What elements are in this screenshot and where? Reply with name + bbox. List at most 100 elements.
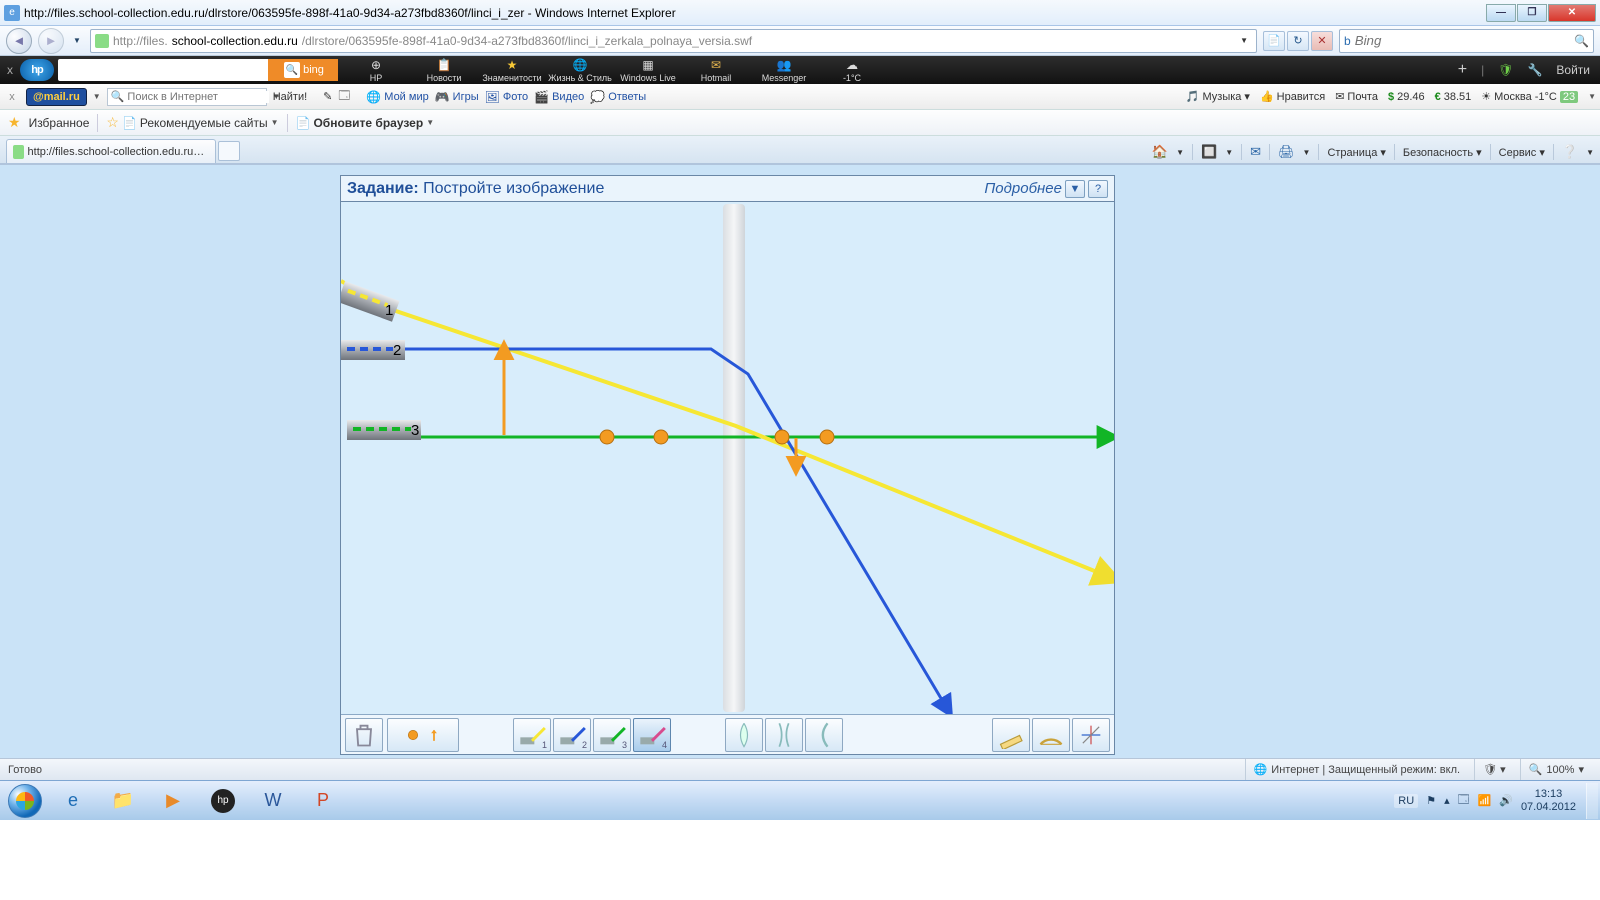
focal-point[interactable] — [600, 430, 614, 444]
address-bar[interactable]: http://files.school-collection.edu.ru/dl… — [90, 29, 1257, 53]
tool-grid[interactable] — [1072, 718, 1110, 752]
edit-icon[interactable]: ✎ — [323, 90, 332, 103]
mailru-myworld[interactable]: 🌐Мой мир — [366, 90, 428, 104]
new-tab-button[interactable] — [218, 141, 240, 161]
hp-nav-news[interactable]: 📋Новости — [410, 58, 478, 83]
emitter-3[interactable] — [347, 420, 421, 440]
mailru-find-button[interactable]: Найти! — [273, 91, 307, 103]
tool-protractor[interactable] — [1032, 718, 1070, 752]
help-icon[interactable]: ❔ — [1562, 144, 1578, 160]
mailru-music[interactable]: 🎵 Музыка▾ — [1186, 90, 1250, 103]
tray-battery-icon[interactable]: 🗔 — [1458, 791, 1470, 810]
forward-button[interactable]: ► — [38, 28, 64, 54]
tray-language[interactable]: RU — [1394, 794, 1418, 808]
mailru-games[interactable]: 🎮Игры — [435, 90, 479, 104]
tool-emitter-4[interactable]: 4 — [633, 718, 671, 752]
mailru-like[interactable]: 👍 Нравится — [1260, 90, 1325, 103]
browser-tab[interactable]: http://files.school-collection.edu.ru/dl… — [6, 139, 216, 163]
page-menu[interactable]: Страница ▾ — [1327, 146, 1385, 159]
search-icon[interactable]: 🔍 — [1574, 34, 1589, 48]
focal-point[interactable] — [654, 430, 668, 444]
tool-add-object[interactable] — [387, 718, 459, 752]
favorites-star-icon[interactable]: ★ — [8, 114, 21, 131]
favorites-button[interactable]: Избранное — [29, 116, 90, 130]
mailru-search-box[interactable]: 🔍 ▼ — [107, 88, 267, 106]
tray-volume-icon[interactable]: 🔊 — [1499, 794, 1513, 807]
applet-more-link[interactable]: Подробнее — [984, 180, 1062, 197]
update-browser[interactable]: 📄 Обновите браузер ▼ — [296, 116, 435, 130]
hp-nav-weather[interactable]: ☁-1°C — [818, 58, 886, 83]
address-dropdown[interactable]: ▼ — [1236, 36, 1252, 45]
refresh-button[interactable]: ↻ — [1287, 31, 1309, 51]
recommended-sites[interactable]: ☆📄 Рекомендуемые сайты ▼ — [106, 114, 278, 131]
applet-canvas[interactable]: 1 2 3 — [341, 202, 1114, 714]
lens[interactable] — [723, 204, 745, 712]
taskbar-ie[interactable]: e — [48, 783, 98, 819]
feeds-icon[interactable]: 🔲 — [1201, 144, 1217, 160]
hp-signin-link[interactable]: Войти — [1556, 63, 1590, 77]
recent-pages-dropdown[interactable]: ▼ — [70, 34, 84, 48]
stop-button[interactable]: ✕ — [1311, 31, 1333, 51]
tool-trash[interactable] — [345, 718, 383, 752]
chevron-down-icon[interactable]: ▼ — [1588, 92, 1596, 101]
applet-expand-button[interactable]: ▼ — [1065, 180, 1085, 198]
tray-network-icon[interactable]: 📶 — [1478, 794, 1492, 807]
tool-mirror[interactable] — [805, 718, 843, 752]
mailru-photo[interactable]: 🖼Фото — [485, 90, 529, 104]
mailru-search-input[interactable] — [127, 91, 269, 103]
print-icon[interactable]: 🖨 — [1278, 144, 1295, 160]
applet-help-button[interactable]: ? — [1088, 180, 1108, 198]
tray-chevron-up-icon[interactable]: ▴ — [1444, 794, 1450, 807]
tray-clock[interactable]: 13:13 07.04.2012 — [1521, 788, 1576, 812]
mailru-mail[interactable]: ✉ Почта — [1335, 90, 1378, 103]
tool-lens-diverging[interactable] — [765, 718, 803, 752]
tool-emitter-3[interactable]: 3 — [593, 718, 631, 752]
mailru-logo[interactable]: @mail.ru — [26, 88, 87, 106]
hp-nav-hp[interactable]: ⊕HP — [342, 58, 410, 83]
hp-nav-live[interactable]: ▦Windows Live — [614, 58, 682, 83]
service-menu[interactable]: Сервис ▾ — [1499, 146, 1545, 159]
browser-search-input[interactable] — [1355, 33, 1570, 48]
window-close-button[interactable]: ✕ — [1548, 4, 1596, 22]
mailru-close[interactable]: x — [4, 91, 20, 103]
mailru-weather[interactable]: ☀ Москва -1°C 23 — [1481, 90, 1578, 103]
translate-icon[interactable]: 🗔 — [338, 87, 350, 106]
focal-point[interactable] — [820, 430, 834, 444]
status-protected-mode-icon[interactable]: 🛡 ▾ — [1474, 759, 1514, 780]
hp-nav-celeb[interactable]: ★Знаменитости — [478, 58, 546, 83]
tool-emitter-2[interactable]: 2 — [553, 718, 591, 752]
readmail-icon[interactable]: ✉ — [1250, 144, 1261, 160]
compat-view-button[interactable]: 📄 — [1263, 31, 1285, 51]
taskbar-powerpoint[interactable]: P — [298, 783, 348, 819]
home-icon[interactable]: 🏠 — [1152, 144, 1168, 160]
tool-lens-converging[interactable] — [725, 718, 763, 752]
security-menu[interactable]: Безопасность ▾ — [1403, 146, 1482, 159]
taskbar-word[interactable]: W — [248, 783, 298, 819]
window-minimize-button[interactable]: — — [1486, 4, 1516, 22]
hp-bing-button[interactable]: 🔍bing — [268, 59, 338, 81]
start-button[interactable] — [2, 783, 48, 819]
shield-icon[interactable]: 🛡 — [1498, 63, 1513, 77]
mailru-answers[interactable]: 💭Ответы — [590, 90, 646, 104]
chevron-down-icon[interactable]: ▼ — [93, 92, 101, 101]
window-maximize-button[interactable]: ❐ — [1517, 4, 1547, 22]
show-desktop-button[interactable] — [1586, 783, 1598, 819]
hp-search-box[interactable]: 🔍bing — [58, 59, 338, 81]
tray-action-center-icon[interactable]: ⚑ — [1426, 794, 1436, 807]
tool-emitter-1[interactable]: 1 — [513, 718, 551, 752]
ray-blue[interactable] — [401, 349, 942, 700]
back-button[interactable]: ◄ — [6, 28, 32, 54]
browser-search-box[interactable]: b 🔍 — [1339, 29, 1594, 53]
taskbar-explorer[interactable]: 📁 — [98, 783, 148, 819]
hp-logo-icon[interactable]: hp — [20, 59, 54, 81]
focal-point[interactable] — [775, 430, 789, 444]
status-zoom[interactable]: 🔍 100% ▾ — [1520, 759, 1592, 780]
taskbar-hp[interactable]: hp — [198, 783, 248, 819]
settings-icon[interactable]: 🔧 — [1527, 63, 1542, 77]
hp-nav-messenger[interactable]: 👥Messenger — [750, 58, 818, 83]
add-icon[interactable]: + — [1458, 61, 1467, 79]
hp-nav-life[interactable]: 🌐Жизнь & Стиль — [546, 58, 614, 83]
tool-ruler[interactable] — [992, 718, 1030, 752]
hp-toolbar-close[interactable]: x — [0, 63, 20, 77]
hp-nav-hotmail[interactable]: ✉Hotmail — [682, 58, 750, 83]
